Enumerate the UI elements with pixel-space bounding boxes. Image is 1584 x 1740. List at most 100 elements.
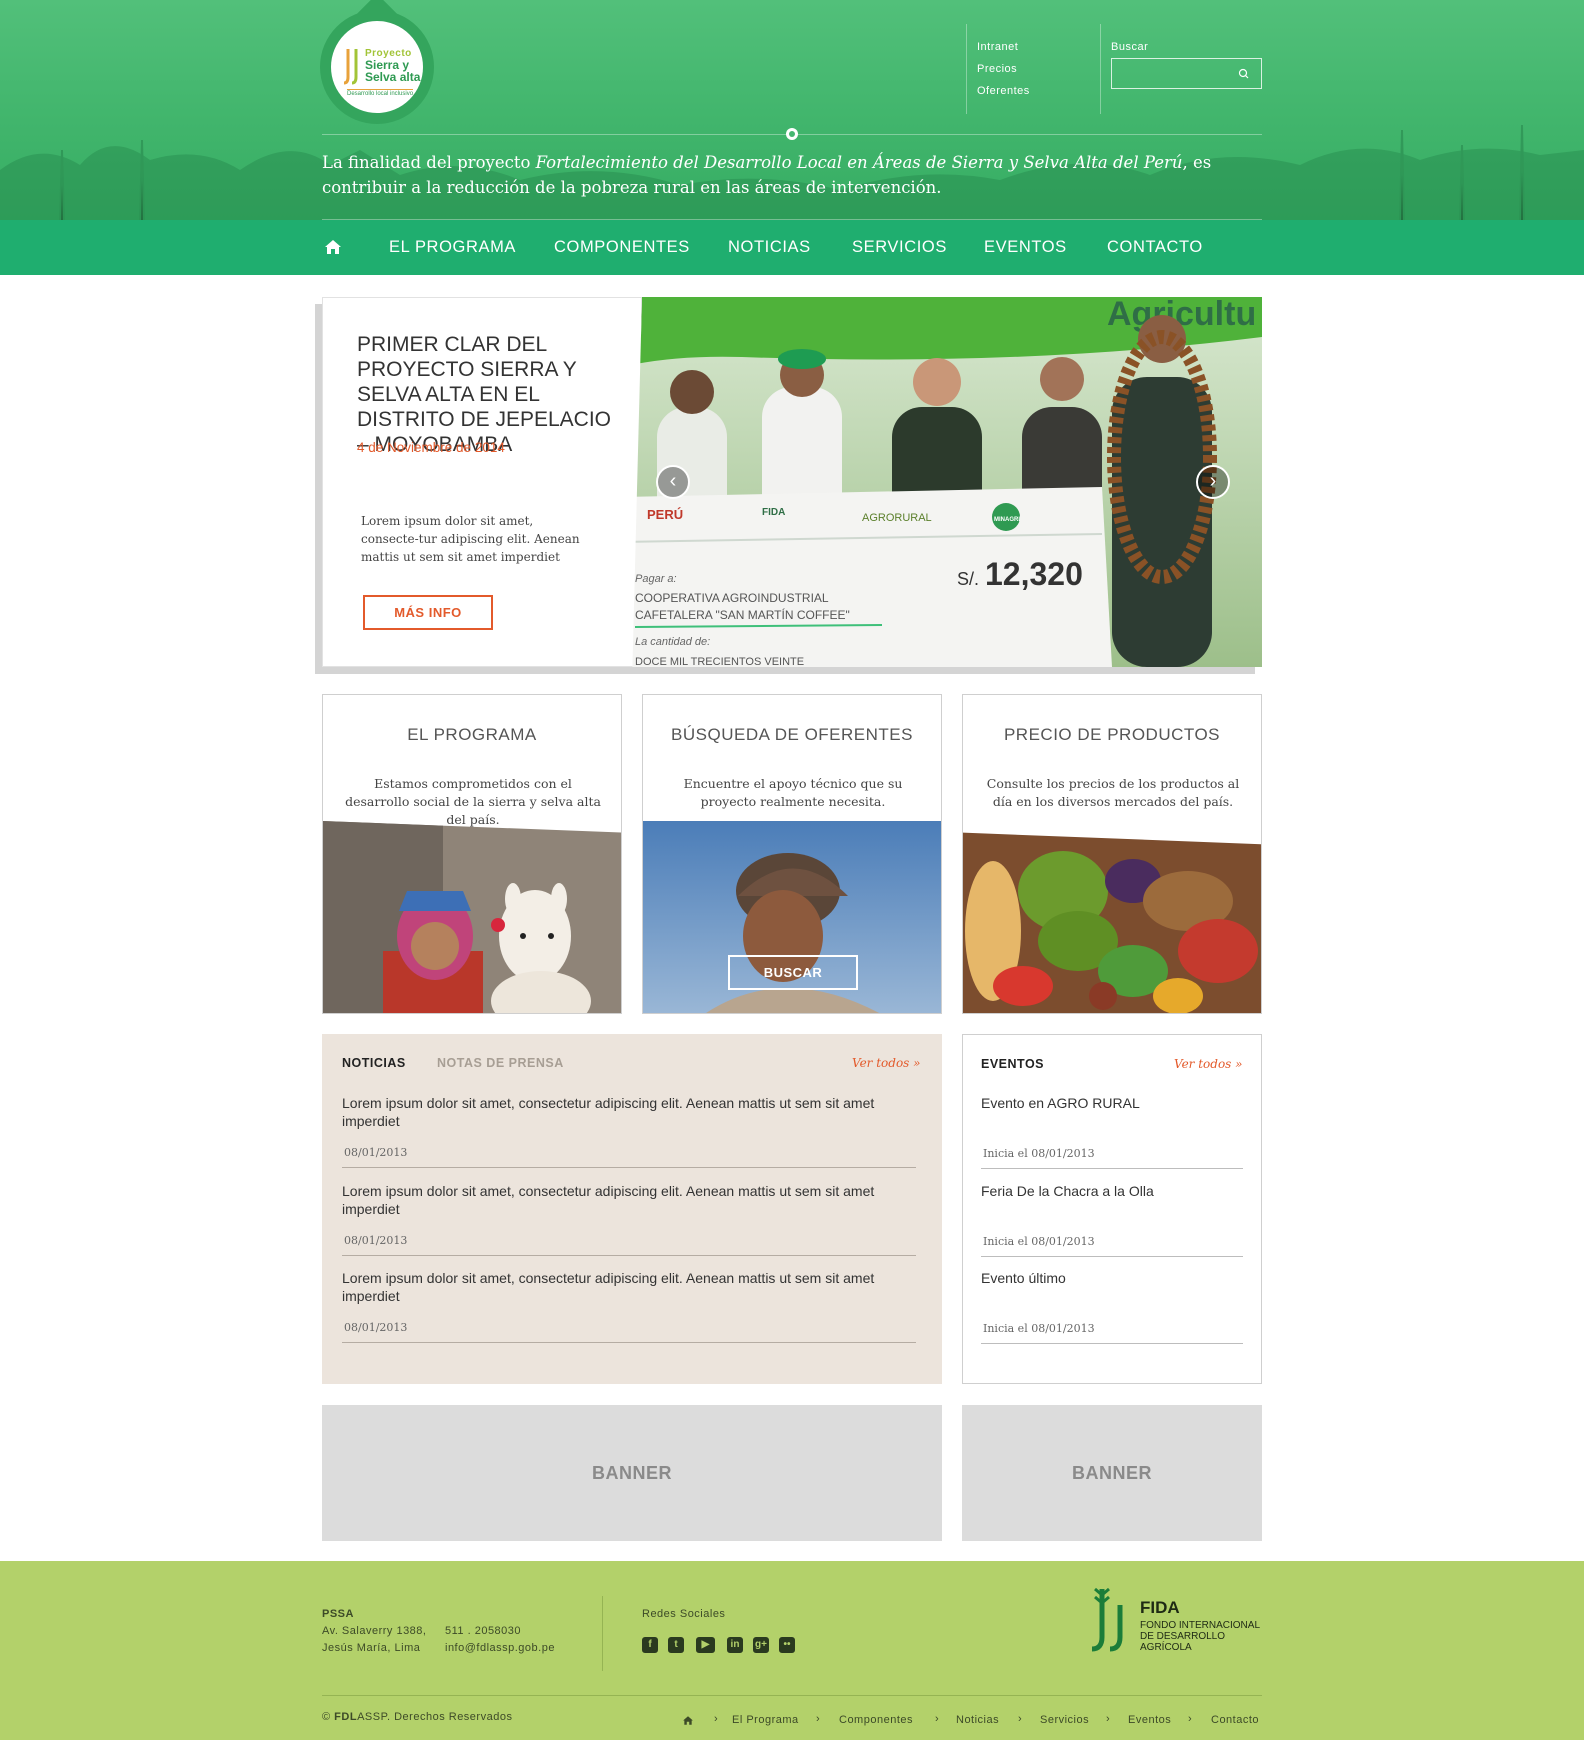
nav-noticias[interactable]: NOTICIAS [728, 220, 811, 275]
flickr-icon[interactable]: •• [779, 1637, 795, 1653]
check-logo-peru: PERÚ [647, 507, 683, 522]
site-header: Proyecto Sierra y Selva alta Desarrollo … [0, 0, 1584, 220]
news-item-date: 08/01/2013 [344, 1234, 408, 1247]
check-logo-fida: FIDA [762, 507, 785, 518]
check-logo-minagri: MINAGRI [994, 517, 1020, 523]
footer-link-contacto[interactable]: Contacto [1211, 1714, 1259, 1726]
search-icon[interactable] [1236, 66, 1252, 82]
feature-text: Consulte los precios de los productos al… [986, 776, 1240, 809]
events-title: EVENTOS [981, 1057, 1045, 1071]
nav-componentes[interactable]: COMPONENTES [554, 220, 690, 275]
top-link-oferentes[interactable]: Oferentes [977, 85, 1100, 97]
top-links: Intranet Precios Oferentes [966, 24, 1101, 114]
news-item-title[interactable]: Lorem ipsum dolor sit amet, consectetur … [342, 1269, 916, 1305]
crumb-separator: › [935, 1713, 939, 1725]
mas-info-button[interactable]: MÁS INFO [363, 595, 493, 630]
check-pay-label: Pagar a: [635, 573, 677, 585]
event-item-title[interactable]: Evento en AGRO RURAL [981, 1095, 1243, 1111]
nav-servicios[interactable]: SERVICIOS [852, 220, 947, 275]
feature-text: Estamos comprometidos con el desarrollo … [345, 776, 601, 827]
news-ver-todos-link[interactable]: Ver todos » [852, 1056, 920, 1070]
footer-link-eventos[interactable]: Eventos [1128, 1714, 1171, 1726]
footer-social-title: Redes Sociales [642, 1608, 726, 1620]
footer-copyright: © FDLASSP. Derechos Reservados [322, 1711, 512, 1723]
copyright-brand: FDL [334, 1711, 358, 1723]
events-ver-todos-link[interactable]: Ver todos » [1174, 1057, 1242, 1071]
news-item-title[interactable]: Lorem ipsum dolor sit amet, consectetur … [342, 1094, 916, 1130]
top-link-intranet[interactable]: Intranet [977, 41, 1100, 53]
banner-right[interactable]: BANNER [962, 1405, 1262, 1541]
footer-divider-horizontal [322, 1695, 1262, 1696]
crumb-separator: › [714, 1713, 718, 1725]
slider-prev-button[interactable]: ‹ [656, 465, 690, 499]
googleplus-icon[interactable]: g+ [753, 1637, 769, 1653]
feature-image-man-portrait: BUSCAR [643, 821, 941, 1013]
copyright-brand-2: ASSP [357, 1711, 387, 1723]
logo-badge: Proyecto Sierra y Selva alta Desarrollo … [331, 21, 423, 113]
news-item-date: 08/01/2013 [344, 1321, 408, 1334]
feature-card-precios[interactable]: PRECIO DE PRODUCTOS Consulte los precios… [962, 694, 1262, 1014]
tab-notas-de-prensa[interactable]: NOTAS DE PRENSA [437, 1056, 564, 1070]
footer-phone: 511 . 2058030 [445, 1625, 522, 1637]
buscar-button[interactable]: BUSCAR [728, 955, 858, 990]
event-item-date: Inicia el 08/01/2013 [983, 1322, 1095, 1335]
hero-title[interactable]: PRIMER CLAR DEL PROYECTO SIERRA Y SELVA … [357, 332, 627, 457]
tab-noticias[interactable]: NOTICIAS [342, 1056, 406, 1070]
feature-image-vegetables [963, 832, 1261, 1013]
feature-card-programa[interactable]: EL PROGRAMA Estamos comprometidos con el… [322, 694, 622, 1014]
feature-title: EL PROGRAMA [407, 725, 537, 744]
fida-logo-icon[interactable] [1090, 1585, 1140, 1655]
event-item[interactable]: Evento último Inicia el 08/01/2013 [981, 1270, 1243, 1344]
linkedin-icon[interactable]: in [727, 1637, 743, 1653]
fida-name: FIDA [1140, 1598, 1180, 1617]
tagline: La finalidad del proyecto Fortalecimient… [322, 150, 1272, 200]
top-link-precios[interactable]: Precios [977, 63, 1100, 75]
check-qty: DOCE MIL TRECIENTOS VEINTE [635, 656, 804, 667]
crumb-separator: › [1106, 1713, 1110, 1725]
footer-divider-vertical [602, 1596, 603, 1671]
crumb-separator: › [816, 1713, 820, 1725]
event-item[interactable]: Feria De la Chacra a la Olla Inicia el 0… [981, 1183, 1243, 1257]
nav-contacto[interactable]: CONTACTO [1107, 220, 1203, 275]
twitter-icon[interactable]: t [668, 1637, 684, 1653]
feature-card-oferentes[interactable]: BÚSQUEDA DE OFERENTES Encuentre el apoyo… [642, 694, 942, 1014]
banner-left[interactable]: BANNER [322, 1405, 942, 1541]
news-item[interactable]: Lorem ipsum dolor sit amet, consectetur … [342, 1269, 916, 1343]
logo-line-4: Desarrollo local inclusivo [347, 89, 414, 97]
site-logo[interactable]: Proyecto Sierra y Selva alta Desarrollo … [320, 0, 434, 124]
footer-org: PSSA [322, 1608, 354, 1620]
check-amount: 12,320 [985, 556, 1083, 592]
event-item-date: Inicia el 08/01/2013 [983, 1147, 1095, 1160]
footer-email[interactable]: info@fdlassp.gob.pe [445, 1642, 555, 1654]
tagline-pre: La finalidad del proyecto [322, 153, 536, 172]
footer-link-servicios[interactable]: Servicios [1040, 1714, 1089, 1726]
event-item-title[interactable]: Feria De la Chacra a la Olla [981, 1183, 1243, 1199]
slider-next-button[interactable]: › [1196, 465, 1230, 499]
footer-link-componentes[interactable]: Componentes [839, 1714, 913, 1726]
news-panel: NOTICIAS NOTAS DE PRENSA Ver todos » Lor… [322, 1034, 942, 1384]
nav-el-programa[interactable]: EL PROGRAMA [389, 220, 516, 275]
hero-card: PRIMER CLAR DEL PROYECTO SIERRA Y SELVA … [322, 297, 642, 667]
check-payee-1: COOPERATIVA AGROINDUSTRIAL [635, 591, 829, 605]
youtube-icon[interactable]: ▶ [696, 1637, 715, 1653]
footer-address-1: Av. Salaverry 1388, [322, 1625, 427, 1637]
logo-line-3: Selva alta [365, 70, 421, 84]
fida-line-1: FONDO INTERNACIONAL [1140, 1620, 1261, 1631]
news-item[interactable]: Lorem ipsum dolor sit amet, consectetur … [342, 1094, 916, 1168]
news-item[interactable]: Lorem ipsum dolor sit amet, consectetur … [342, 1182, 916, 1256]
check-qty-label: La cantidad de: [635, 636, 710, 648]
feature-text: Encuentre el apoyo técnico que su proyec… [683, 776, 903, 809]
home-icon[interactable] [324, 238, 342, 256]
hero-date: 4 de Noviembre de 2014 [357, 440, 505, 455]
facebook-icon[interactable]: f [642, 1637, 658, 1653]
event-item-title[interactable]: Evento último [981, 1270, 1243, 1286]
fida-line-3: AGRÍCOLA [1140, 1642, 1192, 1653]
footer-link-noticias[interactable]: Noticias [956, 1714, 999, 1726]
footer-link-el-programa[interactable]: El Programa [732, 1714, 799, 1726]
event-item[interactable]: Evento en AGRO RURAL Inicia el 08/01/201… [981, 1095, 1243, 1169]
feature-title: PRECIO DE PRODUCTOS [1003, 725, 1221, 744]
footer-home-icon[interactable] [682, 1715, 694, 1726]
news-item-title[interactable]: Lorem ipsum dolor sit amet, consectetur … [342, 1182, 916, 1218]
check-logo-agrorural: AGRORURAL [862, 512, 932, 524]
nav-eventos[interactable]: EVENTOS [984, 220, 1067, 275]
